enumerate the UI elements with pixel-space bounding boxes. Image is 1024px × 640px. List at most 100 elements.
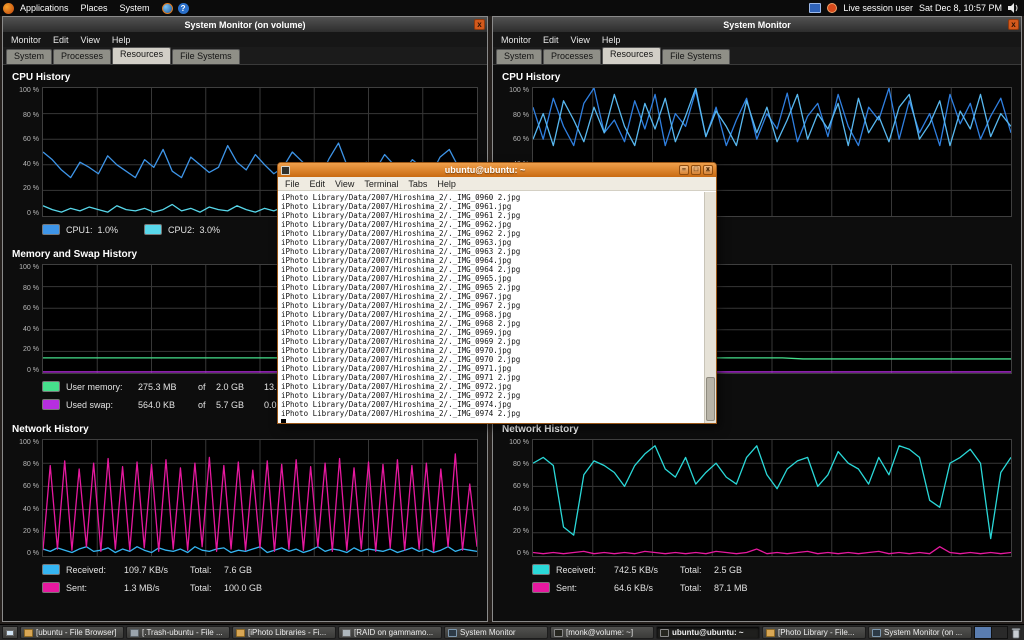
workspace-1[interactable]: [975, 627, 991, 638]
menu-edit[interactable]: Edit: [537, 34, 565, 46]
scrollbar-thumb[interactable]: [706, 377, 715, 421]
received-label: Received:: [556, 565, 614, 575]
right-monitor-menubar: Monitor Edit View Help: [493, 32, 1021, 47]
network-history-title: Network History: [12, 424, 478, 435]
taskbar-button-trash[interactable]: [.Trash-ubuntu - File ...: [126, 626, 230, 639]
terminal-scrollbar[interactable]: [704, 192, 716, 423]
left-monitor-tabbar: System Processes Resources File Systems: [3, 47, 487, 65]
sent-legend-row: Sent: 64.6 KB/s Total: 87.1 MB: [532, 582, 1012, 593]
close-icon[interactable]: x: [1008, 19, 1019, 30]
used-swap-of: of: [198, 400, 216, 410]
drive-icon: [342, 629, 351, 637]
cpu2-label: CPU2:: [168, 225, 195, 235]
used-swap-value: 564.0 KB: [138, 400, 198, 410]
tab-processes[interactable]: Processes: [53, 49, 111, 64]
tab-system[interactable]: System: [6, 49, 52, 64]
cpu1-label: CPU1:: [66, 225, 93, 235]
menu-view[interactable]: View: [75, 34, 106, 46]
firefox-launcher-icon[interactable]: [162, 3, 173, 14]
received-swatch: [42, 564, 60, 575]
ubuntu-logo-icon: [3, 3, 14, 14]
sent-swatch: [42, 582, 60, 593]
taskbar-button-photo-library[interactable]: [Photo Library - File...: [762, 626, 866, 639]
taskbar-button-monk-terminal[interactable]: [monk@volume: ~]: [550, 626, 654, 639]
close-icon[interactable]: x: [703, 165, 713, 175]
close-icon[interactable]: x: [474, 19, 485, 30]
folder-icon: [24, 629, 33, 637]
sent-total-label: Total:: [680, 583, 714, 593]
cpu2-swatch: [144, 224, 162, 235]
menu-view[interactable]: View: [565, 34, 596, 46]
sent-label: Sent:: [66, 583, 124, 593]
menu-view[interactable]: View: [330, 179, 359, 189]
taskbar-button-raid[interactable]: [RAID on gammamo...: [338, 626, 442, 639]
tab-resources[interactable]: Resources: [602, 47, 661, 64]
user-memory-label: User memory:: [66, 382, 138, 392]
menu-help[interactable]: Help: [106, 34, 137, 46]
workspace-2[interactable]: [991, 627, 1008, 638]
update-notifier-icon[interactable]: [827, 3, 837, 13]
tab-processes[interactable]: Processes: [543, 49, 601, 64]
tab-file-systems[interactable]: File Systems: [172, 49, 240, 64]
received-value: 742.5 KB/s: [614, 565, 680, 575]
right-monitor-titlebar[interactable]: System Monitor x: [493, 17, 1021, 32]
folder-icon: [766, 629, 775, 637]
terminal-output[interactable]: iPhoto Library/Data/2007/Hiroshima_2/._I…: [278, 192, 704, 423]
tab-system[interactable]: System: [496, 49, 542, 64]
taskbar-button-iphoto-libraries[interactable]: [iPhoto Libraries - Fi...: [232, 626, 336, 639]
user-memory-total: 2.0 GB: [216, 382, 264, 392]
network-history-section: Network History 100 %80 %60 %40 %20 %0 %…: [502, 424, 1012, 593]
cpu1-legend-item: CPU1: 1.0%: [42, 224, 118, 235]
menu-system[interactable]: System: [114, 0, 156, 16]
right-monitor-tabbar: System Processes Resources File Systems: [493, 47, 1021, 65]
network-history-graph: 100 %80 %60 %40 %20 %0 %: [502, 439, 1012, 557]
tab-resources[interactable]: Resources: [112, 47, 171, 64]
menu-help[interactable]: Help: [432, 179, 461, 189]
volume-icon[interactable]: [1008, 3, 1020, 13]
tab-file-systems[interactable]: File Systems: [662, 49, 730, 64]
menu-monitor[interactable]: Monitor: [5, 34, 47, 46]
cpu2-legend-item: CPU2: 3.0%: [144, 224, 220, 235]
menu-edit[interactable]: Edit: [305, 179, 331, 189]
help-launcher-icon[interactable]: ?: [178, 3, 189, 14]
sent-value: 1.3 MB/s: [124, 583, 190, 593]
left-monitor-title: System Monitor (on volume): [184, 20, 305, 30]
menu-terminal[interactable]: Terminal: [359, 179, 403, 189]
workspace-switcher[interactable]: [974, 626, 1008, 639]
taskbar-button-system-monitor-volume[interactable]: System Monitor (on ...: [868, 626, 972, 639]
user-memory-of: of: [198, 382, 216, 392]
minimize-icon[interactable]: –: [679, 165, 689, 175]
cpu-history-title: CPU History: [502, 72, 1012, 83]
menu-edit[interactable]: Edit: [47, 34, 75, 46]
folder-icon: [236, 629, 245, 637]
received-total: 7.6 GB: [224, 565, 276, 575]
terminal-text: iPhoto Library/Data/2007/Hiroshima_2/._I…: [281, 193, 704, 418]
menu-help[interactable]: Help: [596, 34, 627, 46]
show-desktop-button[interactable]: [2, 626, 18, 639]
taskbar-button-system-monitor[interactable]: System Monitor: [444, 626, 548, 639]
network-plot-area: [532, 439, 1012, 557]
menu-monitor[interactable]: Monitor: [495, 34, 537, 46]
network-history-section: Network History 100 %80 %60 %40 %20 %0 %…: [12, 424, 478, 593]
sent-swatch: [532, 582, 550, 593]
trash-applet-icon[interactable]: [1010, 626, 1022, 639]
taskbar-button-ubuntu-terminal[interactable]: ubuntu@ubuntu: ~: [656, 626, 760, 639]
right-monitor-title: System Monitor: [723, 20, 791, 30]
maximize-icon[interactable]: □: [691, 165, 701, 175]
received-total-label: Total:: [190, 565, 224, 575]
menu-applications[interactable]: Applications: [14, 0, 75, 16]
top-panel: Applications Places System ? Live sessio…: [0, 0, 1024, 16]
network-monitor-icon[interactable]: [809, 3, 821, 13]
terminal-titlebar[interactable]: ubuntu@ubuntu: ~ – □ x: [278, 163, 716, 177]
menu-file[interactable]: File: [280, 179, 305, 189]
menu-tabs[interactable]: Tabs: [403, 179, 432, 189]
menu-places[interactable]: Places: [75, 0, 114, 16]
left-monitor-titlebar[interactable]: System Monitor (on volume) x: [3, 17, 487, 32]
used-swap-label: Used swap:: [66, 400, 138, 410]
bottom-panel: [ubuntu - File Browser] [.Trash-ubuntu -…: [0, 624, 1024, 640]
user-switcher[interactable]: Live session user: [843, 3, 913, 13]
taskbar-button-file-browser[interactable]: [ubuntu - File Browser]: [20, 626, 124, 639]
received-value: 109.7 KB/s: [124, 565, 190, 575]
cpu-y-axis-labels: 100 %80 %60 %40 %20 %0 %: [12, 87, 42, 217]
clock[interactable]: Sat Dec 8, 10:57 PM: [919, 3, 1002, 13]
